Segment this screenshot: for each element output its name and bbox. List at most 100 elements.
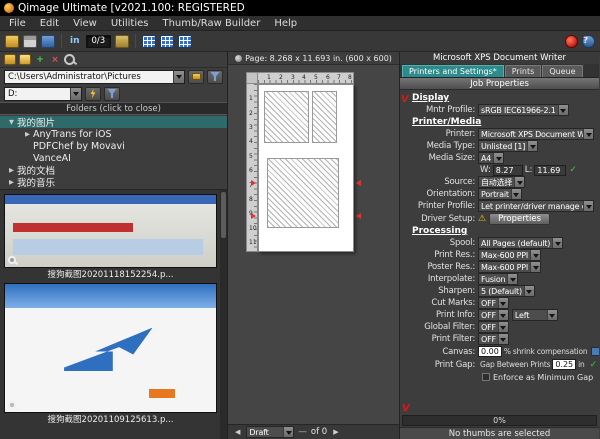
dropdown-arrow-icon[interactable] [498,322,508,332]
grid-view-icon[interactable] [142,35,156,48]
canvas-color-swatch[interactable] [591,347,599,356]
printer-icon[interactable] [23,35,37,48]
dropdown-arrow-icon[interactable] [283,427,293,437]
sort-filter-button[interactable] [104,87,120,101]
print-placement[interactable] [312,91,337,143]
page-canvas[interactable] [258,84,354,252]
dropdown-arrow-icon[interactable] [547,310,557,320]
source-dropdown[interactable]: 自动选择 [478,176,525,188]
help-icon[interactable]: ? [582,35,595,48]
tab-printers-and-settings[interactable]: Printers and Settings* [402,65,504,77]
properties-button[interactable]: Properties [489,213,550,225]
printer-dropdown[interactable]: Microsoft XPS Document Writer [478,128,594,140]
dropdown-arrow-icon[interactable] [558,105,568,115]
gap-input[interactable]: 0.25 [552,359,576,370]
dropdown-arrow-icon[interactable] [514,177,524,187]
dropdown-arrow-icon[interactable] [507,274,517,284]
gap-label: Gap Between Prints [478,360,552,369]
menu-file[interactable]: File [2,18,33,29]
print-info-position-dropdown[interactable]: Left [512,309,558,321]
chevron-down-icon[interactable] [70,88,81,100]
orientation-dropdown[interactable]: Portrait [478,188,522,200]
dropdown-arrow-icon[interactable] [583,129,593,139]
chevron-down-icon[interactable] [173,71,184,83]
drive-combo[interactable]: D: [4,87,82,101]
width-field[interactable]: 8.27 [493,165,523,176]
menu-help[interactable]: Help [267,18,304,29]
menu-utilities[interactable]: Utilities [104,18,156,29]
length-field[interactable]: 11.69 [534,165,566,176]
thumbnail-image[interactable] [4,194,217,268]
search-icon[interactable] [64,54,75,65]
grid-3x3-view-icon[interactable] [160,35,174,48]
folders-header[interactable]: Folders (click to close) [0,102,227,115]
magnifier-icon[interactable] [8,256,16,264]
magnifier-icon[interactable] [8,401,16,409]
tree-item-anytrans[interactable]: ▶ AnyTrans for iOS [0,128,227,140]
print-placement[interactable] [264,91,309,143]
folder-up-icon[interactable] [4,54,16,65]
browse-folder-button[interactable] [188,70,204,84]
add-images-icon[interactable]: + [34,54,46,65]
spool-dropdown[interactable]: All Pages (default) [478,237,563,249]
menu-view[interactable]: View [66,18,104,29]
remove-images-icon[interactable]: × [49,54,61,65]
poster-res-dropdown[interactable]: Max-600 PPI [478,261,541,273]
menu-edit[interactable]: Edit [33,18,66,29]
thumbnails-scrollbar[interactable] [220,190,227,439]
menu-thumb-raw-builder[interactable]: Thumb/Raw Builder [155,18,267,29]
scrollbar-thumb[interactable] [221,192,226,238]
tab-queue[interactable]: Queue [542,65,582,77]
expand-icon[interactable]: ▶ [6,178,17,186]
global-filter-dropdown[interactable]: OFF [478,321,509,333]
enforce-min-gap-checkbox[interactable] [482,373,490,381]
expand-icon[interactable]: ▶ [22,130,33,138]
print-res-dropdown[interactable]: Max-600 PPI [478,249,541,261]
red-v-icon[interactable]: V [402,404,410,414]
red-v-icon[interactable]: V [401,95,409,105]
dropdown-arrow-icon[interactable] [552,238,562,248]
dropdown-arrow-icon[interactable] [530,250,540,260]
open-folder-icon[interactable] [5,35,19,48]
prev-page-button[interactable]: ◀ [233,428,242,436]
next-page-button[interactable]: ▶ [331,428,340,436]
dropdown-arrow-icon[interactable] [498,334,508,344]
canvas-input[interactable]: 0.00 [478,346,502,357]
media-type-dropdown[interactable]: Unlisted [1] [478,140,538,152]
tree-item-my-pictures[interactable]: ▼ 我的图片 [0,116,227,128]
units-toggle[interactable]: in [68,36,82,46]
print-placement[interactable] [267,158,339,228]
dropdown-arrow-icon[interactable] [527,141,537,151]
quick-scan-button[interactable] [85,87,101,101]
dropdown-arrow-icon[interactable] [493,153,503,163]
print-filter-dropdown[interactable]: OFF [478,333,509,345]
tab-prints[interactable]: Prints [505,65,542,77]
thumbnail-image[interactable] [4,283,217,413]
save-job-icon[interactable] [41,35,55,48]
lock-icon[interactable] [115,35,129,48]
sharpen-dropdown[interactable]: 5 (Default) [478,285,535,297]
print-info-dropdown[interactable]: OFF [478,309,509,321]
interpolate-dropdown[interactable]: Fusion [478,273,518,285]
dropdown-arrow-icon[interactable] [511,189,521,199]
tree-item-my-music[interactable]: ▶ 我的音乐 [0,176,227,188]
new-folder-icon[interactable] [19,54,31,65]
tree-item-pdfchef[interactable]: PDFChef by Movavi [0,140,227,152]
dropdown-arrow-icon[interactable] [530,262,540,272]
dropdown-arrow-icon[interactable] [524,286,534,296]
mntr-profile-dropdown[interactable]: sRGB IEC61966-2.1 [478,104,569,116]
dropdown-arrow-icon[interactable] [498,298,508,308]
expand-icon[interactable]: ▼ [6,118,17,126]
dropdown-arrow-icon[interactable] [498,310,508,320]
dropdown-arrow-icon[interactable] [583,201,593,211]
printer-profile-dropdown[interactable]: Let printer/driver manage color [478,200,594,212]
expand-icon[interactable]: ▶ [6,166,17,174]
cut-marks-dropdown[interactable]: OFF [478,297,509,309]
list-view-icon[interactable] [178,35,192,48]
filter-button[interactable] [207,70,223,84]
record-icon[interactable] [565,35,578,48]
media-size-dropdown[interactable]: A4 [478,152,504,164]
quality-dropdown[interactable]: Draft [246,426,294,438]
page-preview[interactable]: 1 2 3 4 5 6 7 8 1 2 3 4 5 [228,65,399,424]
folder-path-combo[interactable]: C:\Users\Administrator\Pictures [4,70,185,84]
